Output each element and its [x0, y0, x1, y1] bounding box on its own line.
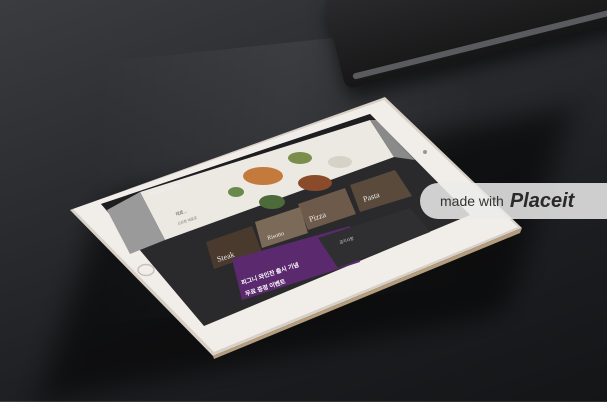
placeit-watermark: made with Placeit	[420, 183, 607, 219]
food-plate	[288, 152, 312, 164]
food-plate	[243, 167, 283, 185]
camera	[423, 150, 427, 154]
food-plate	[328, 156, 352, 168]
food-plate	[259, 195, 285, 209]
food-plate	[298, 175, 332, 191]
watermark-brand: Placeit	[509, 189, 575, 212]
food-plate	[228, 187, 244, 197]
watermark-made-with: made with	[440, 193, 504, 209]
